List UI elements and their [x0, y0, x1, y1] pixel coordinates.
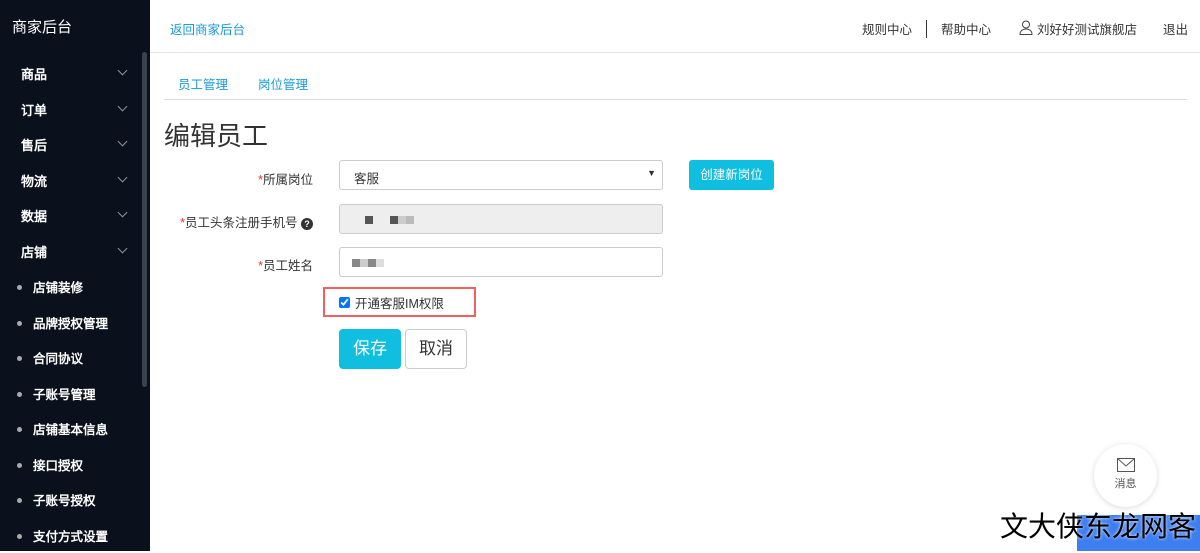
label: 商品	[21, 64, 47, 83]
phone-label: *员工头条注册手机号 ?	[150, 212, 313, 231]
sidebar-subitem[interactable]: 品牌授权管理	[0, 305, 140, 341]
top-bar: 返回商家后台 规则中心 帮助中心 刘好好测试旗舰店 退出	[150, 0, 1200, 53]
message-label: 消息	[1094, 475, 1157, 491]
redacted-block	[365, 216, 373, 224]
sidebar-subitem[interactable]: 子账号授权	[0, 482, 140, 518]
name-input[interactable]	[339, 247, 663, 277]
sidebar-menu: 商品 订单 售后 物流 数据 店铺 店铺装修 品牌授权管理 合同协议 子账号管理…	[0, 56, 140, 553]
chevron-down-icon	[118, 172, 128, 182]
bullet-icon	[17, 463, 22, 468]
sidebar-subitem[interactable]: 店铺装修	[0, 269, 140, 305]
page-title: 编辑员工	[164, 116, 268, 153]
save-button[interactable]: 保存	[339, 329, 401, 369]
label: 开通客服IM权限	[355, 293, 444, 312]
label: 员工头条注册手机号	[185, 216, 298, 230]
sidebar-scrollbar[interactable]	[142, 52, 147, 387]
label: 店铺基本信息	[33, 419, 108, 438]
sidebar: 商家后台 商品 订单 售后 物流 数据 店铺 店铺装修 品牌授权管理 合同协议 …	[0, 0, 150, 551]
watermark: 文大侠东龙网客	[1000, 505, 1196, 545]
sidebar-item-goods[interactable]: 商品	[0, 56, 140, 92]
brand-title: 商家后台	[12, 16, 72, 37]
label: 售后	[21, 135, 47, 154]
chevron-down-icon	[118, 208, 128, 218]
user-name[interactable]: 刘好好测试旗舰店	[1037, 19, 1137, 38]
chevron-down-icon	[118, 137, 128, 147]
redacted-block	[352, 259, 360, 267]
rules-link[interactable]: 规则中心	[862, 19, 912, 38]
cancel-button[interactable]: 取消	[405, 329, 467, 369]
bullet-icon	[17, 427, 22, 432]
bullet-icon	[17, 534, 22, 539]
bullet-icon	[17, 356, 22, 361]
label: 子账号管理	[33, 384, 96, 403]
back-link[interactable]: 返回商家后台	[170, 19, 245, 38]
bullet-icon	[17, 498, 22, 503]
bullet-icon	[17, 285, 22, 290]
sidebar-subitem[interactable]: 接口授权	[0, 447, 140, 483]
im-permission-checkbox[interactable]: 开通客服IM权限	[339, 293, 444, 312]
tab-positions[interactable]: 岗位管理	[258, 74, 308, 93]
user-icon	[1019, 20, 1033, 38]
label: 数据	[21, 206, 47, 225]
sidebar-item-logistics[interactable]: 物流	[0, 163, 140, 199]
label: 子账号授权	[33, 490, 96, 509]
label: 店铺	[21, 242, 47, 261]
name-label: *员工姓名	[163, 255, 313, 274]
sidebar-item-shop[interactable]: 店铺	[0, 234, 140, 270]
label: 所属岗位	[263, 173, 313, 187]
sidebar-item-orders[interactable]: 订单	[0, 92, 140, 128]
tabs: 员工管理 岗位管理	[164, 74, 1187, 100]
divider	[926, 20, 927, 38]
sidebar-subitem[interactable]: 支付方式设置	[0, 518, 140, 553]
label: 店铺装修	[33, 277, 83, 296]
position-select[interactable]: 客服 ▼	[339, 160, 663, 190]
tab-staff[interactable]: 员工管理	[178, 74, 228, 93]
chevron-down-icon	[118, 66, 128, 76]
redacted-block	[376, 259, 384, 267]
label: 品牌授权管理	[33, 313, 108, 332]
create-position-button[interactable]: 创建新岗位	[689, 160, 774, 190]
chevron-down-icon	[118, 243, 128, 253]
help-link[interactable]: 帮助中心	[941, 19, 991, 38]
label: 员工姓名	[263, 259, 313, 273]
sidebar-item-aftersale[interactable]: 售后	[0, 127, 140, 163]
label: 订单	[21, 100, 47, 119]
mail-icon	[1094, 458, 1157, 475]
message-button[interactable]: 消息	[1094, 444, 1157, 507]
redacted-block	[390, 216, 398, 224]
sidebar-subitem[interactable]: 合同协议	[0, 340, 140, 376]
label: 物流	[21, 171, 47, 190]
redacted-block	[360, 259, 368, 267]
logout-link[interactable]: 退出	[1163, 19, 1188, 38]
label: 支付方式设置	[33, 526, 108, 545]
sidebar-item-data[interactable]: 数据	[0, 198, 140, 234]
label: 合同协议	[33, 348, 83, 367]
checkbox[interactable]	[339, 297, 350, 308]
phone-input[interactable]	[339, 204, 663, 234]
redacted-block	[406, 216, 414, 224]
redacted-block	[368, 259, 376, 267]
chevron-down-icon	[118, 101, 128, 111]
redacted-block	[398, 216, 406, 224]
bullet-icon	[17, 321, 22, 326]
sidebar-subitem[interactable]: 店铺基本信息	[0, 411, 140, 447]
sidebar-subitem[interactable]: 子账号管理	[0, 376, 140, 412]
caret-down-icon: ▼	[647, 168, 656, 178]
selected-value: 客服	[354, 168, 379, 187]
position-label: *所属岗位	[163, 169, 313, 188]
label: 接口授权	[33, 455, 83, 474]
bullet-icon	[17, 392, 22, 397]
help-icon[interactable]: ?	[301, 218, 313, 230]
